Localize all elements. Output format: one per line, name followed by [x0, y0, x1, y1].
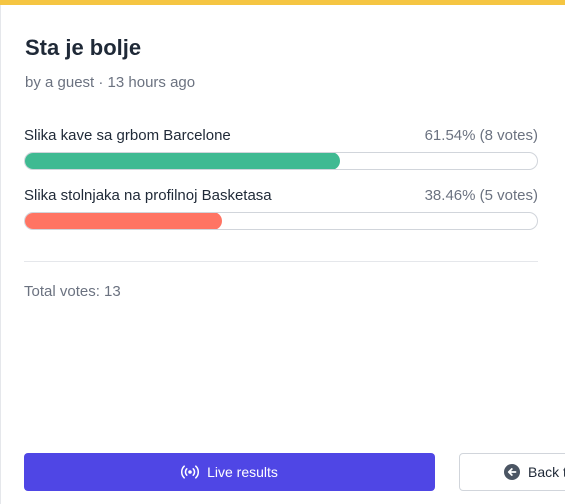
live-results-label: Live results [207, 464, 278, 480]
back-button[interactable]: Back t [459, 453, 565, 491]
total-votes: Total votes: 13 [24, 283, 121, 300]
arrow-left-circle-icon [504, 464, 520, 480]
poll-results-card: Sta je bolje by a guest · 13 hours ago [0, 5, 565, 504]
option-progress-track [24, 212, 538, 230]
poll-option: Slika kave sa grbom Barcelone 61.54% (8 … [24, 125, 538, 170]
poll-meta: by a guest · 13 hours ago [25, 74, 196, 91]
option-stats: 61.54% (8 votes) [424, 126, 538, 144]
poll-option: Slika stolnjaka na profilnoj Basketasa 3… [24, 185, 538, 230]
option-progress-track [24, 152, 538, 170]
broadcast-icon [181, 465, 200, 479]
option-stats: 38.46% (5 votes) [424, 186, 538, 204]
option-progress-fill [25, 213, 222, 229]
option-progress-fill [25, 153, 340, 169]
divider [24, 261, 538, 262]
option-label: Slika stolnjaka na profilnoj Basketasa [24, 186, 272, 204]
live-results-button[interactable]: Live results [24, 453, 435, 491]
poll-title: Sta je bolje [25, 35, 142, 60]
back-label: Back t [528, 464, 565, 480]
option-label: Slika kave sa grbom Barcelone [24, 126, 231, 144]
